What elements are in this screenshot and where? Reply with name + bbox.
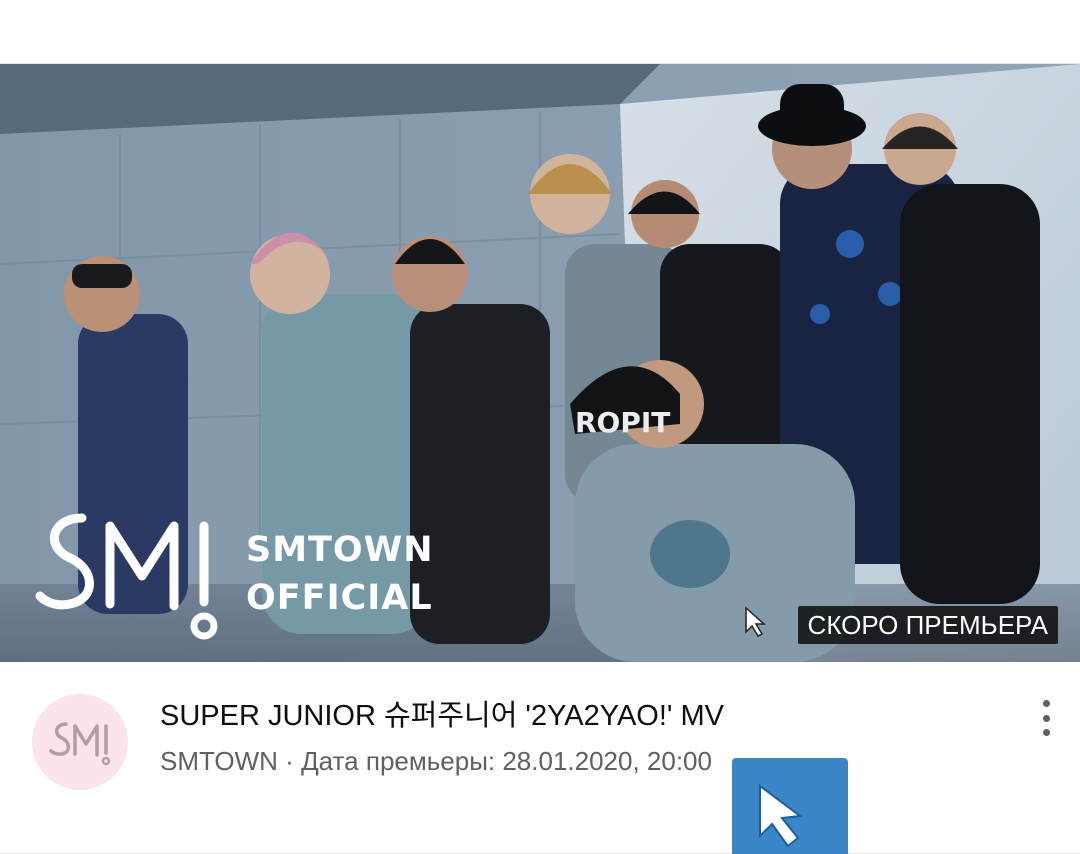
channel-name[interactable]: SMTOWN xyxy=(160,746,278,776)
video-subtitle: SMTOWN · Дата премьеры: 28.01.2020, 20:0… xyxy=(160,743,1000,779)
logo-line-2: OFFICIAL xyxy=(246,578,433,618)
video-title[interactable]: SUPER JUNIOR 슈퍼주니어 '2YA2YAO!' MV xyxy=(160,696,1000,736)
channel-avatar[interactable] xyxy=(32,694,128,790)
logo-line-1: SMTOWN xyxy=(246,530,434,570)
cursor-arrow-icon xyxy=(745,606,766,637)
cursor-arrow-icon xyxy=(759,784,803,848)
sm-logo-icon xyxy=(35,513,218,640)
separator: · xyxy=(277,746,302,776)
video-meta: SUPER JUNIOR 슈퍼주니어 '2YA2YAO!' MV SMTOWN … xyxy=(0,662,1080,854)
sm-logo-icon xyxy=(49,722,111,766)
premiere-date: Дата премьеры: 28.01.2020, 20:00 xyxy=(301,746,712,776)
more-vert-icon-dot xyxy=(1042,714,1050,722)
premiere-badge: СКОРО ПРЕМЬЕРА xyxy=(797,606,1058,644)
more-options-button[interactable] xyxy=(1026,698,1066,738)
cursor-overlay xyxy=(732,758,848,854)
smtown-official-text: SMTOWN OFFICIAL xyxy=(246,526,434,622)
video-thumbnail[interactable]: ROPIT SMTOWN OFFICIAL СКОРО ПРЕМЬЕРА xyxy=(0,64,1080,662)
top-bar xyxy=(0,0,1080,64)
more-vert-icon-dot xyxy=(1042,729,1050,736)
smtown-logo: SMTOWN OFFICIAL xyxy=(32,504,434,644)
more-vert-icon xyxy=(1042,700,1050,707)
